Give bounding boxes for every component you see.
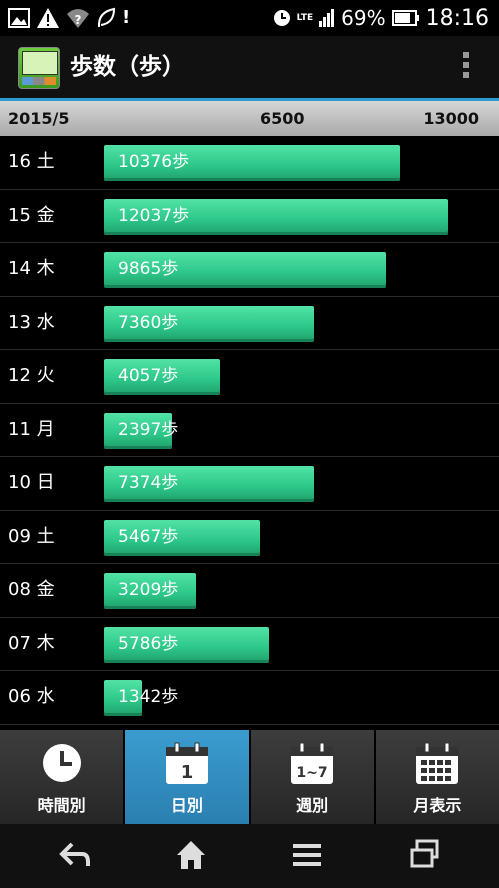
calendar-week-icon: 1~7 [291, 742, 334, 784]
steps-value: 2397歩 [118, 419, 179, 440]
steps-value: 5467歩 [118, 526, 179, 547]
tab-daily[interactable]: 1 日別 [125, 730, 249, 824]
list-item[interactable]: 16 土 10376歩 [0, 136, 499, 190]
day-label: 11 月 [8, 418, 55, 440]
tab-label: 日別 [170, 796, 203, 815]
scale-header: 2015/5 6500 13000 [0, 101, 499, 136]
list-item[interactable]: 06 水 1342歩 [0, 671, 499, 725]
tab-label: 月表示 [413, 796, 462, 815]
tab-weekly[interactable]: 1~7 週別 [250, 730, 374, 824]
day-label: 08 金 [8, 579, 55, 600]
clock-icon [42, 744, 81, 782]
network-type: LTE [296, 13, 314, 23]
steps-value: 10376歩 [118, 152, 190, 172]
day-label: 13 水 [8, 311, 55, 333]
list-item[interactable]: 11 月 2397歩 [0, 404, 499, 457]
notification-icons: ? ! [8, 4, 130, 32]
alarm-icon [273, 10, 290, 26]
steps-value: 1342歩 [118, 687, 179, 707]
day-label: 12 火 [8, 365, 55, 386]
day-label: 10 日 [8, 472, 55, 493]
image-icon [8, 8, 30, 28]
list-item[interactable]: 13 水 7360歩 [0, 297, 499, 350]
steps-value: 12037歩 [118, 205, 190, 226]
view-tabs: 時間別 1 日別 1~7 週別 月表示 [0, 730, 499, 824]
overflow-menu-icon[interactable] [461, 52, 471, 84]
recent-apps-icon[interactable] [408, 838, 442, 872]
steps-value: 4057歩 [118, 366, 179, 386]
calendar-day-icon: 1 [165, 742, 208, 784]
month-label: 2015/5 [8, 109, 70, 128]
navigation-bar [0, 824, 499, 888]
day-label: 14 木 [8, 258, 55, 279]
day-label: 06 水 [8, 686, 55, 707]
svg-text:?: ? [75, 13, 82, 27]
page-title: 歩数（歩） [70, 54, 185, 80]
steps-value: 7374歩 [118, 473, 179, 493]
status-bar: ? ! LTE 69% 18:16 [0, 0, 499, 36]
home-icon[interactable] [174, 838, 208, 872]
list-item[interactable]: 14 木 9865歩 [0, 243, 499, 297]
svg-text:1~7: 1~7 [297, 765, 328, 781]
system-icons: LTE 69% 18:16 [273, 4, 489, 32]
steps-value: 3209歩 [118, 580, 179, 600]
calendar-month-icon [416, 742, 459, 784]
list-item[interactable]: 08 金 3209歩 [0, 564, 499, 618]
tab-monthly[interactable]: 月表示 [375, 730, 499, 824]
list-item[interactable]: 15 金 12037歩 [0, 190, 499, 243]
battery-percent: 69% [341, 6, 386, 30]
menu-icon[interactable] [290, 838, 324, 872]
list-item[interactable]: 07 木 5786歩 [0, 618, 499, 671]
day-label: 16 土 [8, 151, 55, 172]
back-icon[interactable] [58, 838, 92, 872]
wifi-question-icon: ? [67, 9, 89, 28]
steps-value: 9865歩 [118, 259, 179, 279]
battery-icon [391, 10, 419, 26]
daily-steps-list: 16 土 10376歩 15 金 12037歩 14 木 9865歩 13 水 7360… [0, 136, 499, 725]
scale-max-label: 13000 [423, 109, 479, 128]
tab-label: 週別 [296, 796, 329, 815]
alert-exclamation-icon: ! [122, 7, 131, 28]
app-bar: 歩数（歩） [0, 36, 499, 101]
day-label: 07 木 [8, 632, 55, 654]
clock-time: 18:16 [425, 5, 489, 31]
list-item[interactable]: 12 火 4057歩 [0, 350, 499, 404]
day-label: 15 金 [8, 204, 55, 226]
list-item[interactable]: 09 土 5467歩 [0, 511, 499, 564]
tab-label: 時間別 [37, 796, 86, 815]
warning-icon [37, 8, 59, 28]
leaf-icon [97, 7, 116, 28]
signal-icon [319, 9, 335, 27]
list-item[interactable]: 10 日 7374歩 [0, 457, 499, 511]
tab-hourly[interactable]: 時間別 [0, 730, 124, 824]
scale-mid-label: 6500 [260, 109, 305, 128]
steps-value: 7360歩 [118, 312, 179, 333]
svg-text:1: 1 [181, 762, 194, 783]
pedometer-app-icon[interactable] [18, 47, 60, 89]
steps-value: 5786歩 [118, 633, 179, 654]
day-label: 09 土 [8, 525, 55, 547]
